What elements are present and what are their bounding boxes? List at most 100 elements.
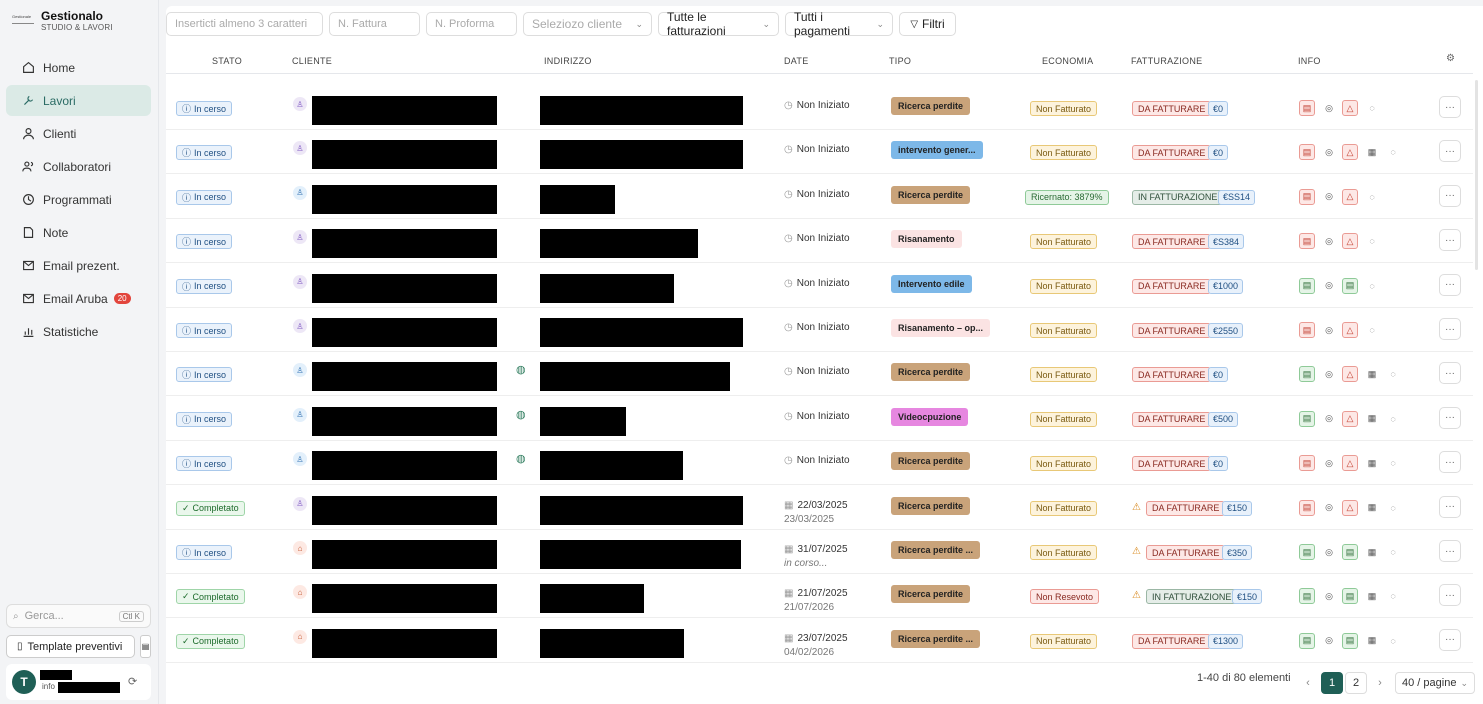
pdf-icon[interactable]: ▤ xyxy=(1299,233,1315,250)
page-size-select[interactable]: 40 / pagine ⌄ xyxy=(1395,672,1475,694)
row-actions-button[interactable]: ··· xyxy=(1439,229,1461,252)
client-name-redacted[interactable] xyxy=(312,495,497,525)
filtri-button[interactable]: ▽ Filtri xyxy=(899,12,956,36)
row-actions-button[interactable]: ··· xyxy=(1439,451,1461,474)
sidebar-item-note[interactable]: Note xyxy=(6,217,151,248)
pdf-icon[interactable]: ▤ xyxy=(1299,277,1315,294)
logout-icon[interactable]: ⟳ xyxy=(128,675,137,688)
template-extra-button[interactable]: ▤ xyxy=(140,635,151,658)
pdf-icon[interactable]: ▤ xyxy=(1299,322,1315,338)
table-row[interactable]: ⓘ In cerso ♙ ◷ Non Iniziato Risanamento – op.… xyxy=(166,308,1473,352)
chat-icon[interactable]: ◌ xyxy=(1385,633,1401,649)
row-actions-button[interactable]: ··· xyxy=(1439,140,1461,163)
client-name-redacted[interactable] xyxy=(312,96,497,125)
table-row[interactable]: ⓘ In cerso ♙ ◷ Non Iniziato Ricerca perdite No… xyxy=(166,86,1473,130)
search-input[interactable]: Inserticti almeno 3 caratteri xyxy=(166,12,323,36)
chat-icon[interactable]: ◌ xyxy=(1385,366,1401,382)
pdf-icon[interactable]: ▤ xyxy=(1299,499,1315,516)
settings-icon[interactable]: ◎ xyxy=(1321,455,1337,471)
pdf-icon[interactable]: ▤ xyxy=(1299,544,1315,560)
row-actions-button[interactable]: ··· xyxy=(1439,184,1461,207)
col-info[interactable]: INFO xyxy=(1298,56,1321,66)
settings-icon[interactable]: ◎ xyxy=(1321,100,1337,116)
sidebar-item-collaboratori[interactable]: Collaboratori xyxy=(6,151,151,182)
row-actions-button[interactable]: ··· xyxy=(1439,584,1461,607)
client-name-redacted[interactable] xyxy=(312,540,497,569)
row-actions-button[interactable]: ··· xyxy=(1439,406,1461,429)
table-row[interactable]: ⓘ In cerso ♙ ◷ Non Iniziato Ricerca perdite Ri… xyxy=(166,175,1473,219)
pdf-icon[interactable]: ▤ xyxy=(1299,100,1315,116)
table-row[interactable]: ✓ Completato ⌂ ▦ 21/07/2025 21/07/2026 Ricerca… xyxy=(166,574,1473,619)
table-row[interactable]: ⓘ In cerso ♙ ◷ Non Iniziato Risanamento Non Fa… xyxy=(166,219,1473,264)
table-row[interactable]: ⓘ In cerso ♙ ◍ ◷ Non Iniziato Videocpuzione Non… xyxy=(166,397,1473,441)
page-2-button[interactable]: 2 xyxy=(1345,672,1367,694)
prev-page-icon[interactable]: ‹ xyxy=(1297,672,1319,694)
sidebar-search[interactable]: ⌕ Gerca... Ctl K xyxy=(6,604,151,628)
chat-icon[interactable]: ◌ xyxy=(1385,411,1401,427)
chat-icon[interactable]: ◌ xyxy=(1364,189,1380,205)
document-icon[interactable]: ▤ xyxy=(1342,544,1358,560)
calendar-icon[interactable]: ▦ xyxy=(1364,500,1380,516)
chat-icon[interactable]: ◌ xyxy=(1364,233,1380,249)
col-indirizzo[interactable]: INDIRIZZO xyxy=(544,56,592,66)
table-row[interactable]: ⓘ In cerso ♙ ◷ Non Iniziato intervento gener.… xyxy=(166,130,1473,175)
pdf-icon[interactable]: ▤ xyxy=(1299,188,1315,205)
calendar-icon[interactable]: ▦ xyxy=(1364,633,1380,649)
pdf-icon[interactable]: ▤ xyxy=(1299,366,1315,383)
alert-icon[interactable]: △ xyxy=(1342,233,1358,250)
alert-icon[interactable]: △ xyxy=(1342,410,1358,427)
pagamenti-select[interactable]: Tutti i pagamenti ⌄ xyxy=(785,10,893,38)
template-preventivi-button[interactable]: ▯ Template preventivi xyxy=(6,635,135,658)
alert-icon[interactable]: △ xyxy=(1342,366,1358,383)
row-actions-button[interactable]: ··· xyxy=(1439,628,1461,651)
settings-icon[interactable]: ◎ xyxy=(1321,588,1337,604)
proforma-input[interactable]: N. Proforma xyxy=(426,12,517,36)
row-actions-button[interactable]: ··· xyxy=(1439,362,1461,385)
alert-icon[interactable]: △ xyxy=(1342,499,1358,516)
calendar-icon[interactable]: ▦ xyxy=(1364,544,1380,560)
col-date[interactable]: DATE xyxy=(784,56,809,66)
client-name-redacted[interactable] xyxy=(312,229,497,259)
chat-icon[interactable]: ◌ xyxy=(1385,144,1401,160)
alert-icon[interactable]: △ xyxy=(1342,188,1358,205)
settings-icon[interactable]: ◎ xyxy=(1321,189,1337,205)
row-actions-button[interactable]: ··· xyxy=(1439,96,1461,118)
alert-icon[interactable]: △ xyxy=(1342,455,1358,472)
sidebar-item-lavori[interactable]: Lavori xyxy=(6,85,151,116)
col-tipo[interactable]: TIPO xyxy=(889,56,911,66)
row-actions-button[interactable]: ··· xyxy=(1439,495,1461,518)
pdf-icon[interactable]: ▤ xyxy=(1299,588,1315,605)
pdf-icon[interactable]: ▤ xyxy=(1299,410,1315,427)
globe-icon[interactable]: ◍ xyxy=(516,452,526,465)
table-row[interactable]: ⓘ In cerso ♙ ◷ Non Iniziato Intervento edile N… xyxy=(166,264,1473,308)
scrollbar[interactable] xyxy=(1475,80,1478,270)
settings-icon[interactable]: ◎ xyxy=(1321,411,1337,427)
table-row[interactable]: ✓ Completato ♙ ▦ 22/03/2025 23/03/2025 Ricerca… xyxy=(166,486,1473,530)
chat-icon[interactable]: ◌ xyxy=(1385,588,1401,604)
alert-icon[interactable]: △ xyxy=(1342,144,1358,161)
row-actions-button[interactable]: ··· xyxy=(1439,273,1461,296)
chat-icon[interactable]: ◌ xyxy=(1385,544,1401,560)
globe-icon[interactable]: ◍ xyxy=(516,363,526,376)
col-fatturazione[interactable]: FATTURAZIONE xyxy=(1131,56,1202,66)
client-name-redacted[interactable] xyxy=(312,451,497,481)
row-actions-button[interactable]: ··· xyxy=(1439,318,1461,340)
client-name-redacted[interactable] xyxy=(312,362,497,392)
col-cliente[interactable]: CLIENTE xyxy=(292,56,332,66)
col-economia[interactable]: ECONOMIA xyxy=(1042,56,1093,66)
client-name-redacted[interactable] xyxy=(312,628,497,658)
client-name-redacted[interactable] xyxy=(312,184,497,214)
settings-icon[interactable]: ◎ xyxy=(1321,233,1337,249)
table-row[interactable]: ✓ Completato ⌂ ▦ 23/07/2025 04/02/2026 Ricerca… xyxy=(166,619,1473,663)
settings-icon[interactable]: ◎ xyxy=(1321,144,1337,160)
calendar-icon[interactable]: ▦ xyxy=(1364,411,1380,427)
sidebar-item-clienti[interactable]: Clienti xyxy=(6,118,151,149)
sidebar-item-home[interactable]: Home xyxy=(6,52,151,83)
table-row[interactable]: ⓘ In cerso ♙ ◍ ◷ Non Iniziato Ricerca perdite N… xyxy=(166,352,1473,397)
document-icon[interactable]: ▤ xyxy=(1342,588,1358,605)
sidebar-item-email-prezent[interactable]: Email prezent. xyxy=(6,250,151,281)
sidebar-item-programmati[interactable]: Programmati xyxy=(6,184,151,215)
client-name-redacted[interactable] xyxy=(312,140,497,170)
globe-icon[interactable]: ◍ xyxy=(516,408,526,421)
calendar-icon[interactable]: ▦ xyxy=(1364,366,1380,382)
